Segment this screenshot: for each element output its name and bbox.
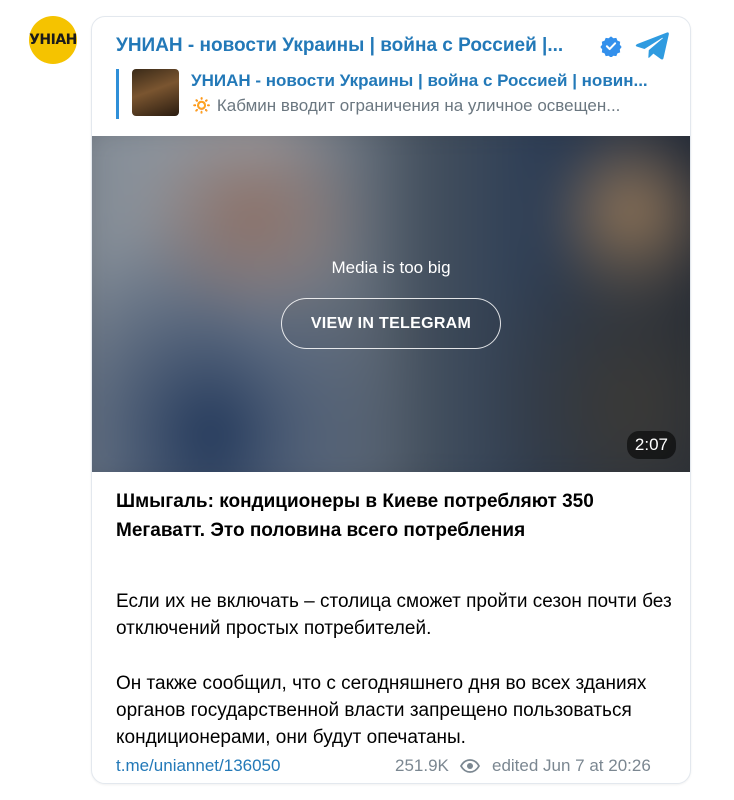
logo-text: УНIAН <box>29 32 77 48</box>
post-paragraph: Он также сообщил, что с сегодняшнего дня… <box>116 673 647 748</box>
reply-author: УНИАН - новости Украины | война с Россие… <box>191 71 648 90</box>
verified-badge-icon <box>600 36 622 57</box>
telegram-logo-icon[interactable] <box>634 31 670 61</box>
video-duration-badge: 2:07 <box>626 431 676 459</box>
reply-preview[interactable]: УНИАН - новости Украины | война с Россие… <box>116 69 675 119</box>
media-too-big-label: Media is too big <box>331 258 451 277</box>
reply-thumbnail <box>132 69 179 116</box>
channel-title[interactable]: УНИАН - новости Украины | война с Россие… <box>116 35 594 57</box>
eye-icon <box>460 759 480 773</box>
channel-avatar[interactable]: УНIAН <box>29 16 77 64</box>
reply-snippet: 🔅 Кабмин вводит ограничения на уличное о… <box>191 96 621 115</box>
post-card: УНИАН - новости Украины | война с Россие… <box>91 16 691 784</box>
view-in-telegram-button[interactable]: VIEW IN TELEGRAM <box>281 298 501 349</box>
view-count: 251.9K <box>395 756 449 775</box>
post-headline: Шмыгаль: кондиционеры в Киеве потребляют… <box>116 491 594 541</box>
edited-timestamp: edited Jun 7 at 20:26 <box>492 756 651 775</box>
video-preview[interactable]: Media is too big VIEW IN TELEGRAM 2:07 <box>92 136 690 472</box>
post-link[interactable]: t.me/uniannet/136050 <box>116 756 280 776</box>
post-paragraph: Если их не включать – столица сможет про… <box>116 591 672 639</box>
